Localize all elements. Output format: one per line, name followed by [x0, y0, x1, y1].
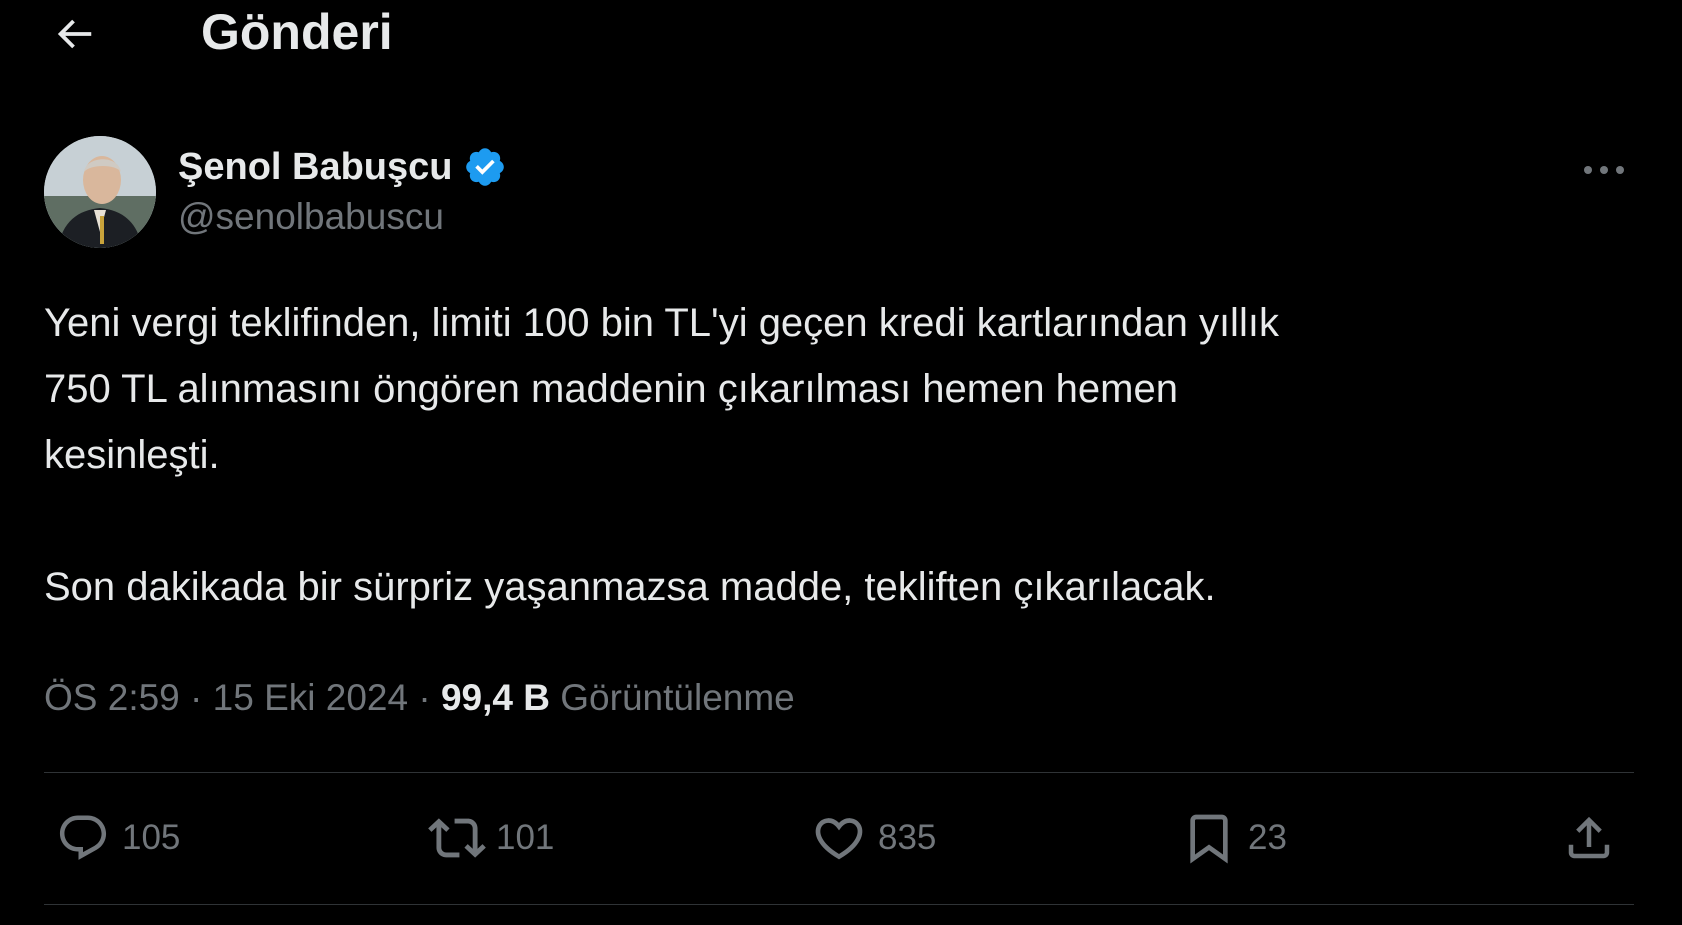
- tweet-meta: ÖS 2:59 · 15 Eki 2024 · 99,4 B Görüntüle…: [44, 676, 795, 720]
- page-header: Gönderi: [0, 0, 1682, 68]
- avatar[interactable]: [44, 136, 156, 248]
- meta-separator: ·: [408, 677, 441, 718]
- author-name-line: Şenol Babuşcu: [178, 142, 509, 192]
- arrow-left-icon: [57, 19, 92, 49]
- share-button[interactable]: [1560, 800, 1618, 876]
- page-title: Gönderi: [201, 4, 393, 60]
- more-options-button[interactable]: [1574, 150, 1634, 190]
- bookmark-count: 23: [1248, 818, 1287, 857]
- retweet-button[interactable]: 101: [428, 800, 554, 876]
- tweet-text: Yeni vergi teklifinden, limiti 100 bin T…: [44, 301, 1279, 609]
- like-button[interactable]: 835: [810, 800, 936, 876]
- author-handle[interactable]: @senolbabuscu: [178, 196, 444, 238]
- views-label: Görüntülenme: [560, 677, 795, 718]
- tweet-time[interactable]: ÖS 2:59: [44, 677, 180, 718]
- heart-icon: [810, 809, 868, 867]
- verified-badge-icon: [463, 144, 509, 190]
- bookmark-icon: [1180, 809, 1238, 867]
- divider: [44, 904, 1634, 905]
- reply-icon: [54, 809, 112, 867]
- back-button[interactable]: [44, 4, 104, 64]
- share-icon: [1560, 809, 1618, 867]
- tweet-actions: 105 101 835 23: [44, 800, 1634, 876]
- views-count[interactable]: 99,4 B: [441, 677, 550, 718]
- tweet-date[interactable]: 15 Eki 2024: [213, 677, 408, 718]
- author-name[interactable]: Şenol Babuşcu: [178, 146, 453, 189]
- divider: [44, 772, 1634, 773]
- avatar-photo: [44, 136, 156, 248]
- tweet-author-row: Şenol Babuşcu @senolbabuscu: [44, 136, 1634, 252]
- bookmark-button[interactable]: 23: [1180, 800, 1287, 876]
- more-horizontal-icon: [1584, 166, 1624, 174]
- retweet-count: 101: [496, 818, 555, 857]
- reply-count: 105: [122, 818, 181, 857]
- retweet-icon: [428, 809, 486, 867]
- reply-button[interactable]: 105: [54, 800, 180, 876]
- meta-separator: ·: [179, 677, 213, 718]
- like-count: 835: [878, 818, 937, 857]
